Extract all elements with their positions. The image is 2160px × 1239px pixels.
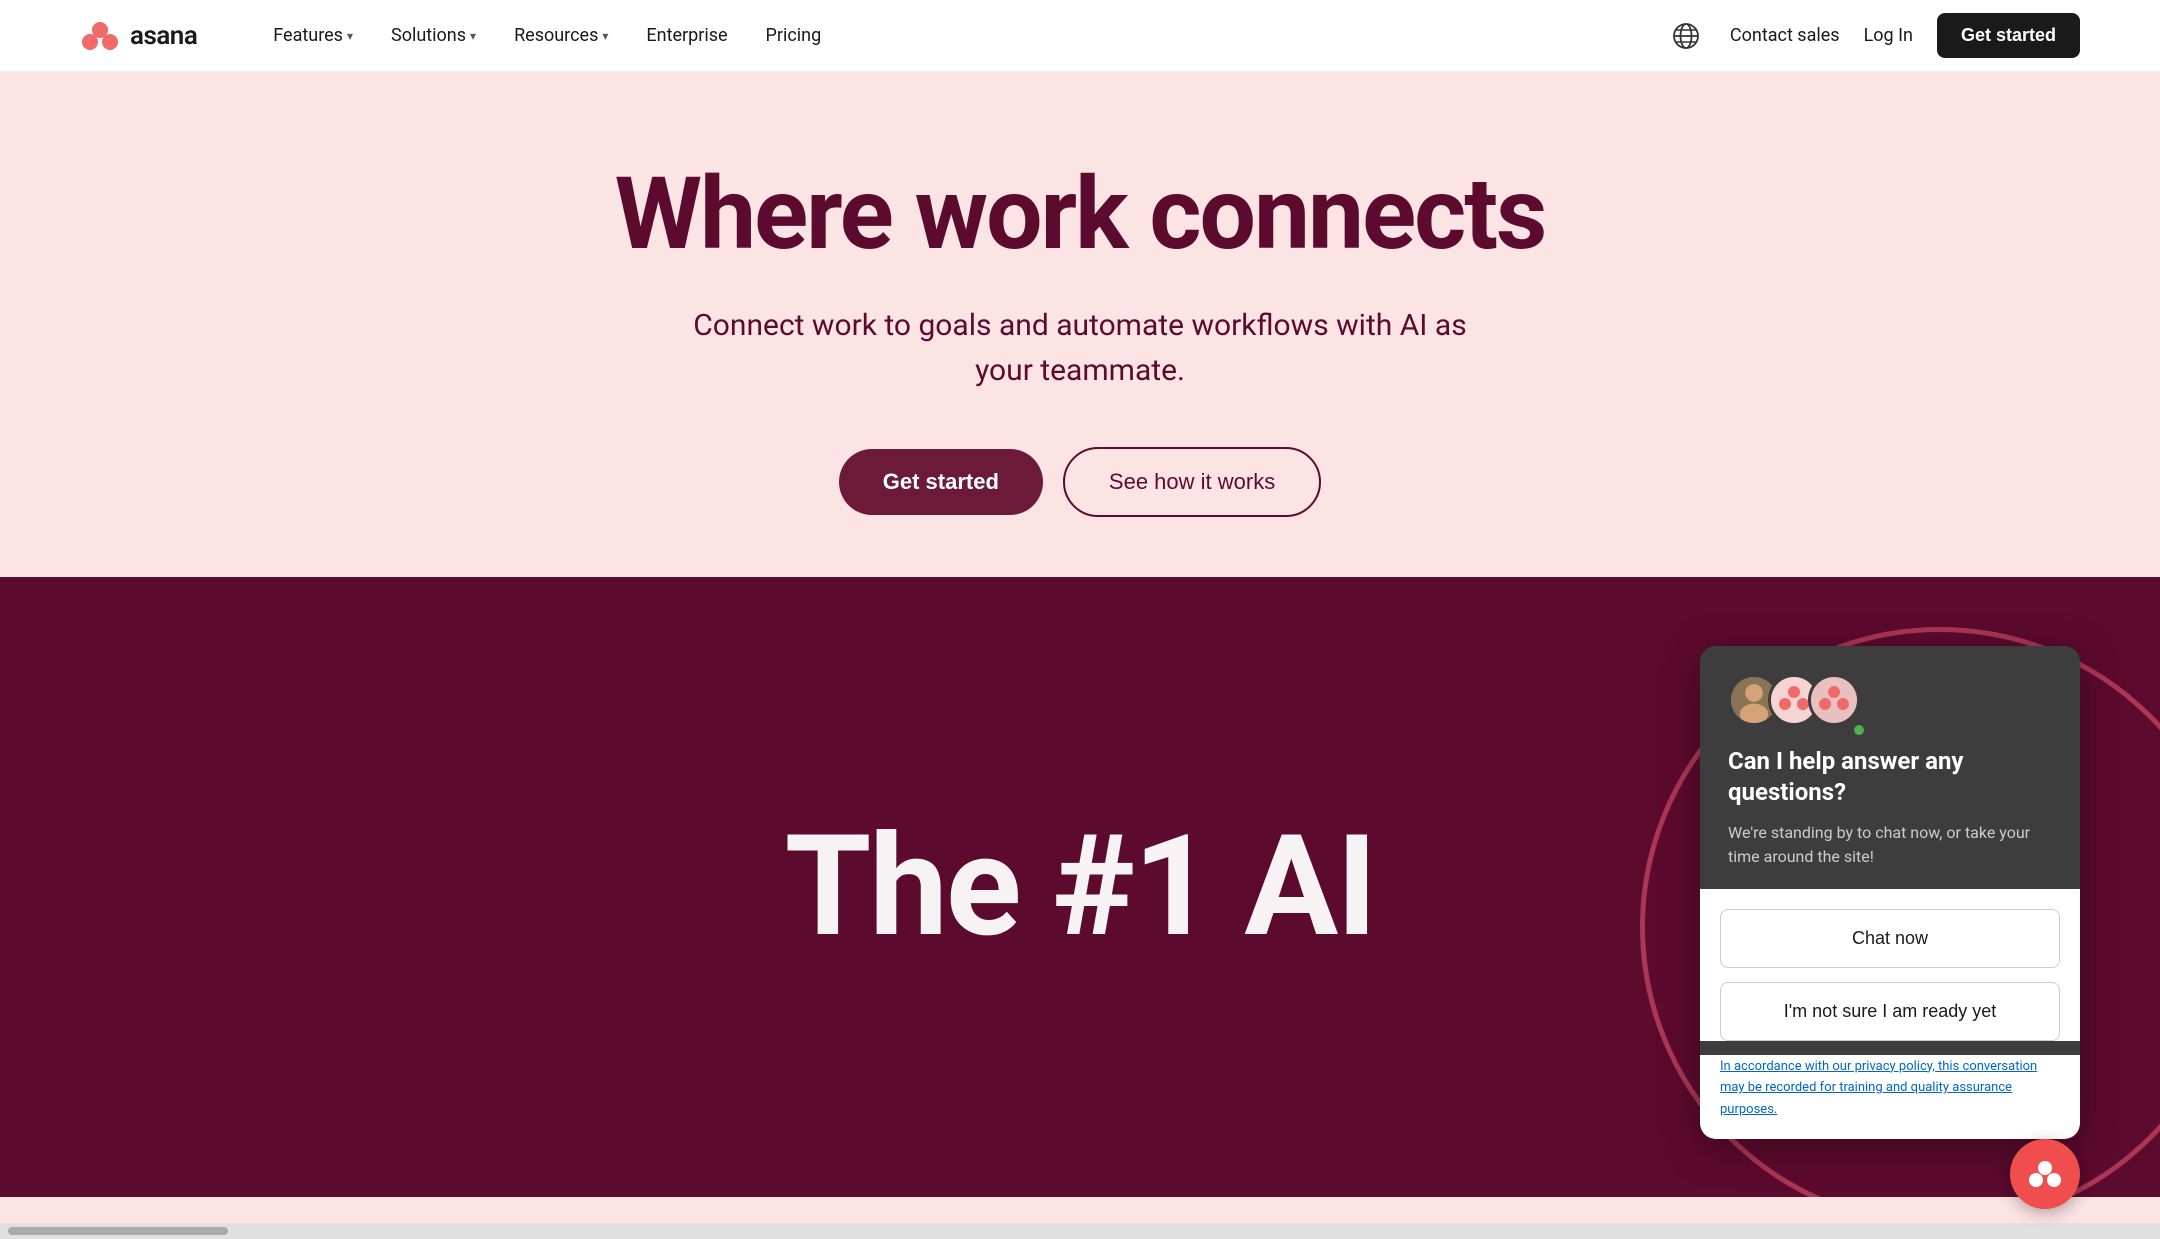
asana-wordmark: asana: [130, 21, 197, 51]
navbar-right: Contact sales Log In Get started: [1666, 13, 2080, 58]
hero-video-text: The #1 AI: [785, 805, 1376, 969]
hero-section: Where work connects Connect work to goal…: [0, 72, 2160, 577]
chat-widget-subtitle: We're standing by to chat now, or take y…: [1728, 821, 2052, 869]
chat-widget: Can I help answer any questions? We're s…: [1700, 646, 2080, 1139]
nav-label-enterprise: Enterprise: [646, 25, 727, 46]
nav-item-solutions[interactable]: Solutions ▾: [375, 17, 492, 54]
nav-label-pricing: Pricing: [766, 25, 822, 46]
chat-privacy-link[interactable]: In accordance with our privacy policy, t…: [1720, 1059, 2037, 1117]
chevron-down-icon: ▾: [347, 29, 353, 43]
asana-logo-icon: [80, 16, 120, 56]
asana-avatar-2: [1811, 677, 1857, 723]
chat-widget-title: Can I help answer any questions?: [1728, 746, 2052, 808]
chat-avatars: [1728, 674, 2052, 726]
chat-float-button[interactable]: [2010, 1139, 2080, 1209]
not-ready-button[interactable]: I'm not sure I am ready yet: [1720, 982, 2060, 1041]
online-status-dot: [1852, 723, 1866, 737]
nav-label-resources: Resources: [514, 25, 598, 46]
nav-item-resources[interactable]: Resources ▾: [498, 17, 624, 54]
nav-item-features[interactable]: Features ▾: [257, 17, 369, 54]
nav-item-enterprise[interactable]: Enterprise: [630, 17, 743, 54]
hero-buttons: Get started See how it works: [839, 447, 1321, 517]
hero-see-how-button[interactable]: See how it works: [1063, 447, 1321, 517]
chat-now-button[interactable]: Chat now: [1720, 909, 2060, 968]
navbar: asana Features ▾ Solutions ▾ Resources ▾…: [0, 0, 2160, 72]
navbar-nav: Features ▾ Solutions ▾ Resources ▾ Enter…: [257, 17, 1666, 54]
get-started-nav-button[interactable]: Get started: [1937, 13, 2080, 58]
scrollbar-thumb[interactable]: [8, 1227, 228, 1235]
nav-item-pricing[interactable]: Pricing: [750, 17, 838, 54]
hero-title: Where work connects: [615, 162, 1546, 267]
chevron-down-icon: ▾: [470, 29, 476, 43]
hero-get-started-button[interactable]: Get started: [839, 449, 1043, 515]
chevron-down-icon: ▾: [602, 29, 608, 43]
nav-label-features: Features: [273, 25, 343, 46]
chat-widget-header: Can I help answer any questions? We're s…: [1700, 646, 2080, 888]
login-link[interactable]: Log In: [1864, 25, 1913, 46]
chat-avatar-asana-2: [1808, 674, 1860, 726]
globe-icon: [1672, 22, 1700, 50]
horizontal-scrollbar[interactable]: [0, 1223, 2160, 1239]
logo[interactable]: asana: [80, 16, 197, 56]
nav-label-solutions: Solutions: [391, 25, 466, 46]
chat-privacy-section: In accordance with our privacy policy, t…: [1700, 1055, 2080, 1140]
language-selector-button[interactable]: [1666, 16, 1706, 56]
chat-widget-body: Chat now I'm not sure I am ready yet: [1700, 889, 2080, 1041]
hero-subtitle: Connect work to goals and automate workf…: [680, 303, 1480, 393]
contact-sales-link[interactable]: Contact sales: [1730, 25, 1840, 46]
asana-float-icon: [2027, 1156, 2063, 1192]
